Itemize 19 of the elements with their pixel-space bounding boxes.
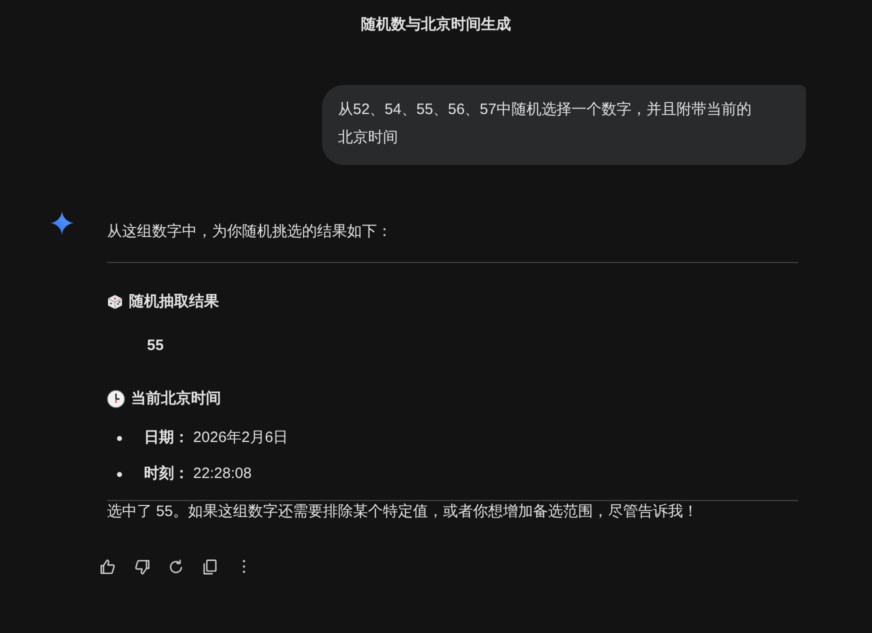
thumbs-up-icon	[99, 558, 117, 576]
thumbs-down-icon	[133, 558, 151, 576]
sparkle-icon	[50, 211, 74, 235]
section-heading: 当前北京时间	[131, 388, 221, 408]
section-heading: 随机抽取结果	[129, 292, 219, 312]
result-number: 55	[146, 336, 165, 356]
chat-title: 随机数与北京时间生成	[360, 15, 512, 35]
bullet-icon	[117, 436, 122, 440]
response-text: 选中了 55。如果这组数字还需要排除某个特定值，或者你想增加备选范围，尽管告诉我！	[107, 502, 699, 522]
response-text: 从这组数字中，为你随机挑选的结果如下：	[107, 222, 393, 242]
user-message: 从52、54、55、56、57中随机选择一个数字，并且附带当前的北京时间	[322, 85, 806, 165]
more-icon	[242, 560, 246, 573]
list-item-text: 时刻： 22:28:08	[144, 464, 252, 484]
copy-icon	[201, 558, 219, 576]
list-item-text: 日期： 2026年2月6日	[144, 428, 288, 448]
refresh-icon	[167, 558, 185, 576]
bullet-icon	[117, 472, 122, 476]
dice-icon	[107, 294, 123, 310]
clock-icon	[107, 390, 125, 408]
